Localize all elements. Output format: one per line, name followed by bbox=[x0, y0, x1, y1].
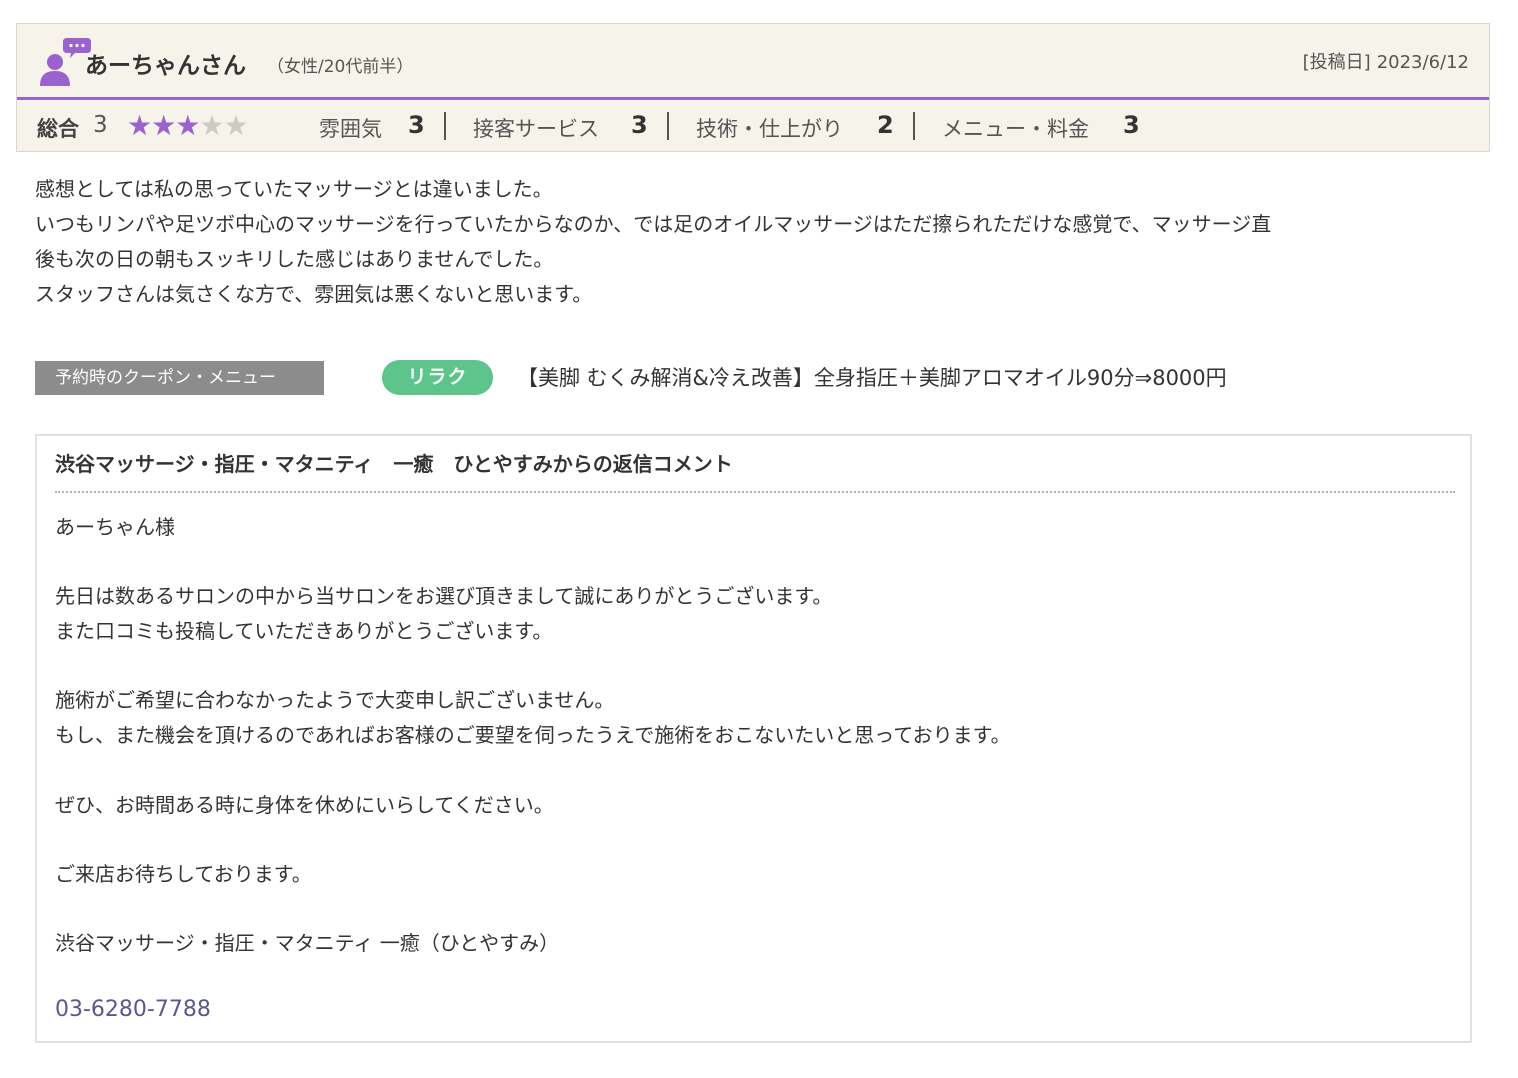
reply-line bbox=[55, 892, 1011, 927]
review-body: 感想としては私の思っていたマッサージとは違いました。 いつもリンパや足ツボ中心の… bbox=[35, 172, 1475, 312]
overall-score: 3 bbox=[93, 112, 108, 138]
rating-divider bbox=[913, 112, 915, 140]
reply-line: 渋谷マッサージ・指圧・マタニティ 一癒（ひとやすみ） bbox=[55, 931, 560, 956]
rating-score-atmosphere: 3 bbox=[408, 111, 425, 139]
reply-line: ご来店お待ちしております。 bbox=[55, 861, 312, 886]
reviewer-name: あーちゃんさん bbox=[85, 53, 246, 79]
reply-body: あーちゃん様 先日は数あるサロンの中から当サロンをお選び頂きまして誠にありがとう… bbox=[55, 510, 1011, 961]
post-date-label: [投稿日] bbox=[1302, 52, 1371, 73]
coupon-category-badge: リラク bbox=[382, 360, 493, 395]
ratings-row: 総合 3 ★★★★★ 雰囲気 3 接客サービス 3 技術・仕上がり 2 メニュー… bbox=[17, 100, 1489, 152]
reply-line: あーちゃん様 bbox=[55, 515, 175, 539]
reply-line: また口コミも投稿していただきありがとうございます。 bbox=[55, 619, 553, 644]
rating-divider bbox=[444, 112, 446, 140]
reply-line bbox=[55, 822, 1011, 857]
phone-link[interactable]: 03-6280-7788 bbox=[55, 997, 211, 1022]
reply-line: 施術がご希望に合わなかったようで大変申し訳ございません。 bbox=[55, 688, 615, 713]
rating-label-menu-price: メニュー・料金 bbox=[942, 117, 1089, 141]
post-date: [投稿日] 2023/6/12 bbox=[1303, 48, 1469, 74]
reply-divider bbox=[55, 491, 1455, 493]
salon-reply-box: 渋谷マッサージ・指圧・マタニティ 一癒 ひとやすみからの返信コメント あーちゃん… bbox=[35, 434, 1472, 1043]
reviewer-meta: （女性/20代前半） bbox=[267, 57, 414, 77]
reply-line bbox=[55, 649, 1011, 684]
reply-line: 先日は数あるサロンの中から当サロンをお選び頂きまして誠にありがとうございます。 bbox=[55, 584, 833, 609]
coupon-label: 予約時のクーポン・メニュー bbox=[35, 361, 324, 395]
rating-score-technique: 2 bbox=[877, 111, 894, 139]
reply-line: もし、また機会を頂けるのであればお客様のご要望を伺ったうえで施術をおこないたいと… bbox=[55, 723, 1011, 748]
review-line: いつもリンパや足ツボ中心のマッサージを行っていたからなのか、では足のオイルマッサ… bbox=[35, 212, 1272, 236]
rating-label-service: 接客サービス bbox=[473, 117, 599, 141]
star-filled-icon: ★ bbox=[127, 109, 152, 142]
reply-line bbox=[55, 753, 1011, 788]
reply-line bbox=[55, 545, 1011, 580]
star-rating: ★★★★★ bbox=[127, 109, 249, 142]
star-filled-icon: ★ bbox=[175, 109, 200, 142]
rating-label-atmosphere: 雰囲気 bbox=[319, 117, 382, 141]
post-date-value: 2023/6/12 bbox=[1376, 52, 1469, 73]
star-filled-icon: ★ bbox=[151, 109, 176, 142]
rating-divider bbox=[667, 112, 669, 140]
star-empty-icon: ★ bbox=[223, 109, 248, 142]
reply-title: 渋谷マッサージ・指圧・マタニティ 一癒 ひとやすみからの返信コメント bbox=[55, 452, 733, 476]
review-header: あーちゃんさん （女性/20代前半） [投稿日] 2023/6/12 bbox=[17, 24, 1489, 100]
user-comment-icon bbox=[40, 38, 91, 86]
overall-label: 総合 bbox=[37, 117, 79, 141]
coupon-menu-link[interactable]: 【美脚 むくみ解消&冷え改善】全身指圧＋美脚アロマオイル90分⇒8000円 bbox=[517, 362, 1227, 392]
rating-score-menu-price: 3 bbox=[1123, 111, 1140, 139]
review-line: スタッフさんは気さくな方で、雰囲気は悪くないと思います。 bbox=[35, 282, 593, 306]
rating-score-service: 3 bbox=[631, 111, 648, 139]
review-line: 感想としては私の思っていたマッサージとは違いました。 bbox=[35, 177, 553, 201]
review-line: 後も次の日の朝もスッキリした感じはありませんでした。 bbox=[35, 247, 554, 271]
star-empty-icon: ★ bbox=[199, 109, 224, 142]
reply-line: ぜひ、お時間ある時に身体を休めにいらしてください。 bbox=[55, 792, 554, 817]
rating-label-technique: 技術・仕上がり bbox=[696, 117, 843, 141]
review-card: あーちゃんさん （女性/20代前半） [投稿日] 2023/6/12 総合 3 ★… bbox=[16, 23, 1490, 152]
